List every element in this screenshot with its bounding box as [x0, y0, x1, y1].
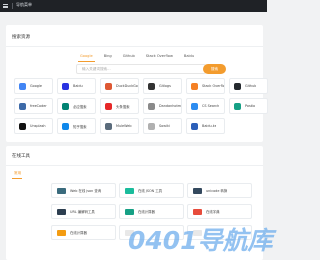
tool-link[interactable]: 在线计算器 [51, 225, 116, 240]
search-card: 搜索资源 Google Bing Github Stack Overflow B… [6, 25, 268, 142]
watermark-logo: 0401导航库 [128, 226, 273, 255]
bing-icon [62, 102, 69, 110]
card-divider [6, 165, 263, 166]
site-link[interactable]: Sowiki [143, 118, 182, 134]
engine-tabs: Google Bing Github Stack Overflow Baidu [78, 54, 196, 58]
url-icon [57, 208, 66, 215]
site-label: Google [30, 84, 42, 88]
site-label: CS Search [202, 104, 220, 108]
active-tab-underline [78, 61, 95, 62]
freecoder-icon [19, 102, 26, 110]
site-label: Gitlogs [159, 84, 171, 88]
site-link[interactable]: Baidu.ks [186, 118, 225, 134]
site-link[interactable]: Dandanhotmail [143, 98, 182, 114]
github-icon [234, 82, 241, 90]
site-link[interactable]: DuckDuckGo [100, 78, 139, 94]
calculator-icon [57, 229, 66, 236]
unsplash-icon [19, 122, 26, 130]
site-link[interactable]: Gitlogs [143, 78, 182, 94]
site-label: Baidu.ks [202, 124, 217, 128]
tool-label: Web 在线 json 查询 [70, 189, 102, 193]
search-button[interactable]: 搜索 [203, 64, 226, 74]
site-grid: Google Baidu DuckDuckGo Gitlogs Stack Overfl… [14, 78, 268, 134]
tool-link[interactable]: 在线字典 [187, 204, 252, 219]
menu-icon[interactable] [3, 4, 8, 8]
tool-label: 在线计算器 [138, 210, 155, 214]
site-link[interactable]: Google [14, 78, 53, 94]
tab-google[interactable]: Google [78, 54, 95, 58]
tool-link[interactable]: 在线 JSON 工具 [119, 183, 184, 198]
top-navbar: 导航菜单 [0, 0, 267, 12]
tool-label: 在线字典 [206, 210, 220, 214]
site-link[interactable]: Stack Overflow [186, 78, 225, 94]
site-label: 知乎搜索 [73, 124, 87, 129]
search-input[interactable]: 输入关键词搜索... [76, 64, 206, 74]
sowiki-icon [148, 122, 155, 130]
duckduckgo-icon [105, 82, 112, 90]
card-divider [6, 46, 263, 47]
site-label: DuckDuckGo [116, 84, 138, 88]
toutiao-icon [105, 102, 112, 110]
tab-bing[interactable]: Bing [102, 54, 114, 58]
tab-stackoverflow[interactable]: Stack Overflow [144, 54, 175, 58]
json-icon [57, 187, 66, 194]
site-label: Baidu [73, 84, 83, 88]
tool-link[interactable]: 在线计算器 [119, 204, 184, 219]
site-link[interactable]: freeCoder [14, 98, 53, 114]
site-label: Github [245, 84, 257, 88]
dictionary-icon [193, 208, 202, 215]
cs-search-icon [191, 102, 198, 110]
site-label: Sowiki [159, 124, 170, 128]
site-link[interactable]: 知乎搜索 [57, 118, 96, 134]
site-link[interactable]: 头条搜索 [100, 98, 139, 114]
gitlogs-icon [148, 82, 155, 90]
site-link[interactable]: Github [229, 78, 268, 94]
tool-label: URL 编解码工具 [70, 210, 95, 214]
tab-github[interactable]: Github [121, 54, 137, 58]
json-tool-icon [125, 187, 134, 194]
tab-baidu[interactable]: Baidu [182, 54, 196, 58]
site-label: 必应搜索 [73, 104, 87, 109]
tool-link[interactable]: URL 编解码工具 [51, 204, 116, 219]
site-label: Stack Overflow [202, 84, 224, 88]
search-card-title: 搜索资源 [12, 35, 30, 40]
tab-common[interactable]: 常用 [14, 171, 21, 176]
tool-label: 在线 JSON 工具 [138, 189, 163, 193]
site-link[interactable]: Unsplash [14, 118, 53, 134]
site-link[interactable]: CS Search [186, 98, 225, 114]
navbar-title[interactable]: 导航菜单 [16, 2, 32, 8]
muleweb-icon [105, 122, 112, 130]
site-label: Postio [245, 104, 256, 108]
dandan-icon [148, 102, 155, 110]
unicode-icon [193, 187, 202, 194]
site-label: 头条搜索 [116, 104, 130, 109]
google-icon [19, 82, 26, 90]
site-label: freeCoder [30, 104, 47, 108]
tool-link[interactable]: unicode 转换 [187, 183, 252, 198]
site-link[interactable]: MuleWeb [100, 118, 139, 134]
zhihu-icon [62, 122, 69, 130]
tool-link[interactable]: Web 在线 json 查询 [51, 183, 116, 198]
navbar-divider [12, 3, 13, 9]
site-label: Unsplash [30, 124, 46, 128]
postio-icon [234, 102, 241, 110]
stackoverflow-icon [191, 82, 198, 90]
search-placeholder: 输入关键词搜索... [82, 67, 111, 71]
tool-label: unicode 转换 [206, 189, 228, 193]
site-link[interactable]: Baidu [57, 78, 96, 94]
baidu-icon [62, 82, 69, 90]
site-label: MuleWeb [116, 124, 132, 128]
tool-label: 在线计算器 [70, 231, 87, 235]
baiduks-icon [191, 122, 198, 130]
site-link[interactable]: Postio [229, 98, 268, 114]
site-label: Dandanhotmail [159, 104, 181, 108]
active-tab-underline [12, 178, 22, 179]
calc-icon [125, 208, 134, 215]
site-link[interactable]: 必应搜索 [57, 98, 96, 114]
tools-card-title: 在线工具 [12, 154, 30, 159]
